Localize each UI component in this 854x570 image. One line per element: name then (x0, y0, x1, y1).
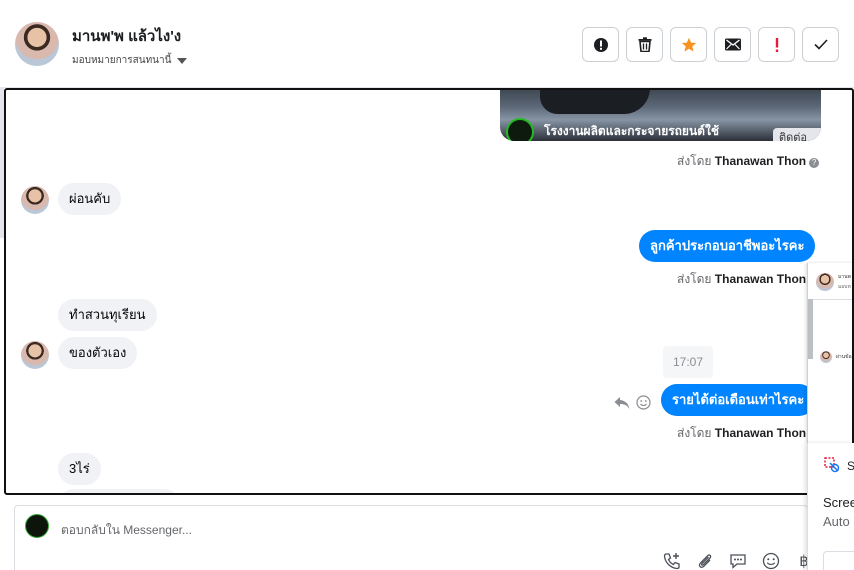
call-button[interactable] (661, 550, 683, 570)
outgoing-message[interactable]: ลูกค้าประกอบอาชีพอะไรคะ (639, 230, 816, 262)
page-logo-icon (506, 118, 534, 141)
chat-bubble-icon (730, 554, 746, 569)
assign-conversation-dropdown[interactable]: มอบหมายการสนทนานี้ (72, 53, 188, 68)
side-panel-line: Scree (823, 495, 854, 510)
star-icon (681, 37, 696, 52)
outgoing-message[interactable]: รายได้ต่อเดือนเท่าไรคะ (661, 384, 816, 416)
emoji-button[interactable] (760, 550, 782, 570)
screenshot-tool-icon (824, 457, 840, 473)
incoming-message[interactable]: ของตัวเอง (58, 337, 138, 369)
agent-name: Thanawan Thon (714, 272, 807, 286)
messenger-inbox: มานพ'พ แล้วไง'ง มอบหมายการสนทนานี้ โรงงา… (0, 0, 854, 570)
conversation-actions (582, 27, 839, 62)
check-icon (813, 39, 828, 50)
delete-button[interactable] (626, 27, 663, 62)
incoming-message[interactable]: ผ่อนคับ (58, 183, 122, 215)
conversation-header: มานพ'พ แล้วไง'ง มอบหมายการสนทนานี้ (0, 0, 854, 88)
star-button[interactable] (670, 27, 707, 62)
mark-important-button[interactable] (758, 27, 795, 62)
sent-by-label: ส่งโดย Thanawan Thon (677, 272, 807, 286)
page-logo-icon (25, 514, 49, 538)
image-content (540, 90, 650, 114)
exclamation-icon (775, 37, 778, 52)
reply-icon[interactable] (614, 396, 630, 410)
reply-input[interactable]: ตอบกลับใน Messenger... (61, 521, 192, 540)
incoming-message[interactable]: ทำสวนทุเรียน (58, 299, 157, 331)
react-emoji-icon[interactable] (636, 395, 651, 410)
side-panel[interactable]: S Scree Auto (807, 443, 854, 570)
image-caption: โรงงานผลิตและกระจายรถยนต์ใช้ (544, 124, 719, 138)
sent-by-label: ส่งโดย Thanawan Thon? (677, 152, 820, 171)
trash-icon (638, 37, 651, 52)
mark-unread-button[interactable] (714, 27, 751, 62)
agent-name: Thanawan Thon (714, 426, 807, 440)
composer-toolbar: ฿ (661, 550, 815, 570)
divider (808, 299, 852, 300)
image-attachment-card[interactable]: โรงงานผลิตและกระจายรถยนต์ใช้ ติดต่อ (500, 90, 821, 141)
mini-subtitle: มอบห (838, 284, 851, 290)
emoji-icon (762, 552, 780, 570)
contact-avatar-small[interactable] (21, 341, 49, 369)
message-actions (614, 395, 651, 410)
side-panel-title: S (847, 459, 854, 473)
mini-name: มานพ (838, 274, 851, 280)
mini-conversation-window[interactable]: มานพ มอบห ผ่านข้อ (807, 263, 852, 443)
assign-label: มอบหมายการสนทนานี้ (72, 55, 172, 66)
agent-name: Thanawan Thon (714, 154, 807, 168)
paperclip-icon (698, 554, 712, 568)
mini-avatar (820, 351, 832, 363)
mini-avatar (816, 273, 834, 291)
phone-add-icon (663, 553, 680, 570)
envelope-icon (724, 38, 741, 51)
sent-by-label: ส่งโดย Thanawan Thon (677, 426, 807, 440)
side-panel-line: Auto (823, 514, 850, 529)
mark-done-button[interactable] (802, 27, 839, 62)
saved-replies-button[interactable] (727, 550, 749, 570)
contact-avatar-small[interactable] (21, 186, 49, 214)
mark-spam-button[interactable] (582, 27, 619, 62)
message-timestamp: 17:07 (663, 346, 714, 378)
incoming-message[interactable]: 3ไร่ (58, 453, 101, 485)
side-panel-input[interactable] (823, 551, 854, 570)
attach-button[interactable] (694, 550, 716, 570)
alert-circle-icon (593, 37, 608, 52)
mini-scrollbar[interactable] (808, 299, 813, 359)
contact-avatar[interactable] (15, 22, 59, 66)
contact-cta-button[interactable]: ติดต่อ (773, 128, 821, 141)
reply-composer[interactable]: ตอบกลับใน Messenger... ฿ (14, 505, 809, 570)
message-thread[interactable]: โรงงานผลิตและกระจายรถยนต์ใช้ ติดต่อ ส่งโ… (4, 88, 854, 495)
contact-name[interactable]: มานพ'พ แล้วไง'ง (72, 24, 181, 48)
chevron-down-icon (177, 57, 188, 64)
info-icon[interactable]: ? (809, 158, 820, 168)
mini-message: ผ่านข้อ (836, 354, 852, 360)
incoming-message-partial[interactable] (58, 489, 180, 493)
